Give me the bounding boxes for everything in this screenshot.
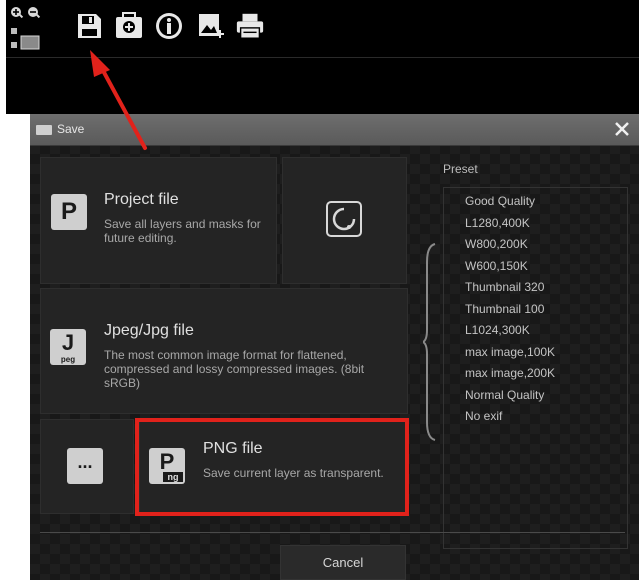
preset-list: Good Quality L1280,400K W800,200K W600,1… (443, 187, 628, 549)
preset-item[interactable]: max image,100K (465, 345, 555, 359)
jpeg-file-title: Jpeg/Jpg file (104, 322, 194, 339)
save-icon[interactable] (74, 11, 104, 41)
project-file-title: Project file (104, 191, 179, 208)
dialog-titlebar[interactable]: Save (30, 114, 639, 146)
info-icon[interactable] (154, 11, 184, 41)
more-formats-option[interactable]: ... (40, 419, 134, 514)
more-icon-glyph: ... (77, 452, 93, 472)
png-file-icon: P ng (149, 448, 185, 484)
toolbar (6, 0, 639, 58)
close-icon[interactable] (611, 118, 633, 140)
preset-item[interactable]: Thumbnail 320 (465, 280, 544, 294)
print-icon[interactable] (235, 11, 265, 41)
jpeg-file-option[interactable]: J peg Jpeg/Jpg file The most common imag… (40, 288, 408, 414)
jpeg-file-icon: J peg (50, 329, 86, 365)
preset-item[interactable]: Good Quality (465, 194, 535, 208)
zoom-out-icon[interactable] (27, 6, 41, 20)
preset-item[interactable]: L1024,300K (465, 323, 530, 337)
project-icon-letter: P (60, 198, 77, 225)
cancel-button[interactable]: Cancel (280, 545, 406, 580)
save-dialog: Save P Project file Save all layers and … (30, 114, 639, 580)
add-folder-icon[interactable] (114, 11, 144, 41)
preset-item[interactable]: No exif (465, 409, 502, 423)
window-icon (36, 125, 52, 135)
preset-item[interactable]: W600,150K (465, 259, 528, 273)
more-icon: ... (67, 448, 103, 484)
app-window: Save P Project file Save all layers and … (0, 0, 639, 580)
jpeg-icon-sub: peg (60, 355, 76, 364)
footer-divider (40, 532, 625, 533)
jpeg-file-description: The most common image format for flatten… (104, 348, 365, 390)
preset-item[interactable]: W800,200K (465, 237, 528, 251)
png-file-title: PNG file (203, 440, 263, 457)
refresh-icon (326, 201, 362, 237)
preset-item[interactable]: Normal Quality (465, 388, 544, 402)
zoom-in-icon[interactable] (10, 6, 24, 20)
preset-item[interactable]: Thumbnail 100 (465, 302, 544, 316)
project-file-description: Save all layers and masks for future edi… (104, 217, 261, 245)
project-file-icon: P (51, 194, 87, 230)
divider (6, 57, 639, 58)
project-file-option[interactable]: P Project file Save all layers and masks… (40, 157, 277, 284)
png-icon-sub: ng (163, 472, 183, 482)
png-file-option[interactable]: P ng PNG file Save current layer as tran… (139, 419, 408, 514)
jpeg-icon-letter: J (61, 330, 75, 355)
export-image-icon[interactable] (196, 11, 226, 41)
dialog-title: Save (57, 122, 85, 136)
preset-item[interactable]: L1280,400K (465, 216, 530, 230)
preset-label: Preset (443, 162, 478, 176)
preset-item[interactable]: max image,200K (465, 366, 555, 380)
format-option[interactable] (282, 157, 407, 284)
png-file-description: Save current layer as transparent. (203, 466, 384, 480)
canvas-area (6, 58, 639, 114)
png-icon-letter: P (159, 449, 175, 474)
fit-view-icon[interactable] (11, 28, 41, 50)
bracket-icon (423, 243, 436, 441)
